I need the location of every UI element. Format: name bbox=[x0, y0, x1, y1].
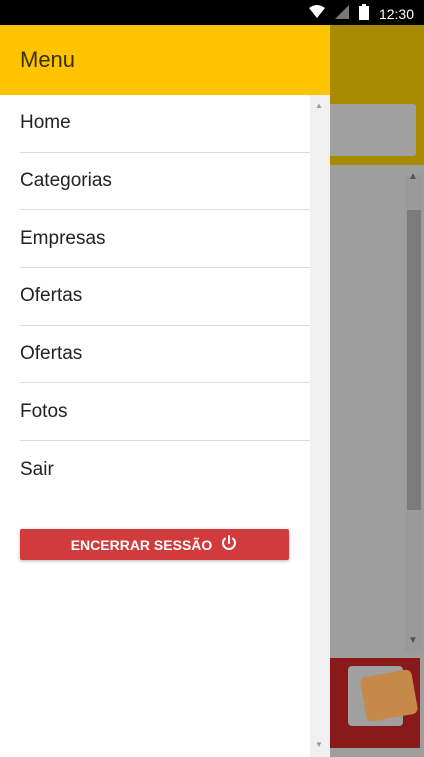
navigation-drawer: Menu Home Categorias Empresas Ofertas Of… bbox=[0, 25, 330, 757]
menu-item-categorias[interactable]: Categorias bbox=[20, 153, 310, 211]
wifi-icon bbox=[308, 5, 325, 22]
menu-item-ofertas[interactable]: Ofertas bbox=[20, 268, 310, 326]
menu-item-home[interactable]: Home bbox=[20, 95, 310, 153]
content-scroll-thumb bbox=[407, 210, 421, 510]
menu-item-sair[interactable]: Sair bbox=[20, 441, 310, 499]
logout-button-label: ENCERRAR SESSÃO bbox=[70, 536, 213, 553]
drawer-empty-area bbox=[0, 572, 310, 757]
drawer-scroll-up-icon: ▲ bbox=[315, 101, 323, 110]
ad-banner bbox=[323, 658, 420, 748]
power-icon bbox=[220, 534, 238, 555]
status-icons: 12:30 bbox=[308, 4, 414, 23]
drawer-menu-list: Home Categorias Empresas Ofertas Ofertas… bbox=[0, 95, 310, 572]
logout-button[interactable]: ENCERRAR SESSÃO bbox=[20, 529, 289, 560]
pizza-image bbox=[359, 668, 419, 723]
menu-item-fotos[interactable]: Fotos bbox=[20, 383, 310, 442]
drawer-header: Menu bbox=[0, 25, 330, 95]
drawer-scroll-down-icon: ▼ bbox=[315, 740, 323, 749]
drawer-title: Menu bbox=[20, 47, 76, 72]
status-bar: 12:30 bbox=[0, 0, 424, 25]
scroll-down-icon: ▼ bbox=[408, 635, 418, 646]
scroll-up-icon: ▲ bbox=[408, 171, 418, 182]
clock: 12:30 bbox=[378, 5, 414, 22]
drawer-scrollbar[interactable]: ▲ ▼ bbox=[310, 95, 330, 757]
menu-item-ofertas-2[interactable]: Ofertas bbox=[20, 326, 310, 384]
menu-item-empresas[interactable]: Empresas bbox=[20, 210, 310, 269]
battery-icon bbox=[358, 4, 369, 23]
cell-signal-icon bbox=[334, 5, 349, 22]
